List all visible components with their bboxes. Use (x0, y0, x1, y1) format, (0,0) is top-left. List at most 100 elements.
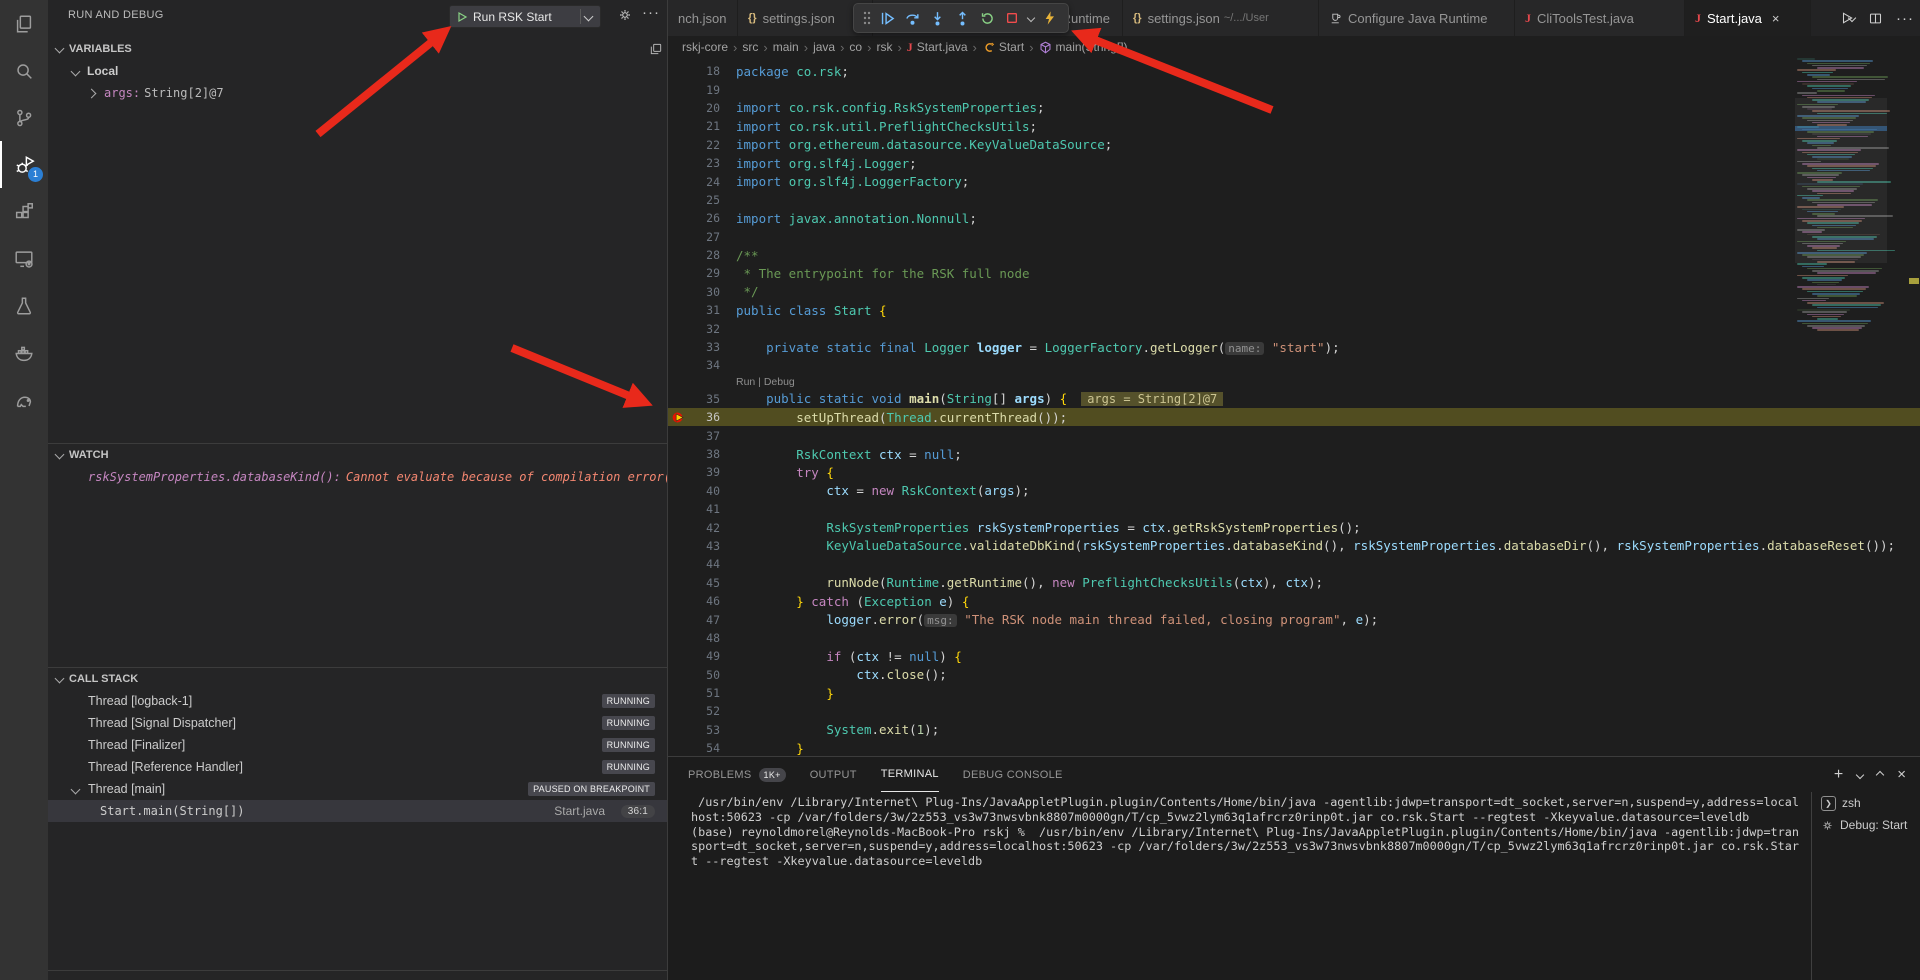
breakpoint-icon[interactable] (668, 410, 688, 425)
code-line[interactable]: 21import co.rsk.util.PreflightChecksUtil… (668, 117, 1920, 135)
breadcrumb-item[interactable]: main(String[]) (1039, 40, 1128, 54)
breadcrumb[interactable]: rskj-core›src›main›java›co›rsk›JStart.ja… (668, 36, 1920, 58)
panel-tab-problems[interactable]: PROBLEMS1K+ (688, 757, 786, 792)
breakpoints-section-header[interactable]: BREAKPOINTS (48, 974, 667, 980)
explorer-icon[interactable] (0, 0, 48, 47)
panel-tab-output[interactable]: OUTPUT (810, 757, 857, 792)
code-line[interactable]: 26import javax.annotation.Nonnull; (668, 209, 1920, 227)
gear-icon[interactable] (617, 7, 633, 23)
breadcrumb-item[interactable]: Start (982, 40, 1024, 54)
breadcrumb-item[interactable]: src (742, 40, 758, 54)
breadcrumb-item[interactable]: java (813, 40, 835, 54)
extensions-icon[interactable] (0, 188, 48, 235)
code-line[interactable]: 49 if (ctx != null) { (668, 647, 1920, 665)
code-line[interactable]: 19 (668, 80, 1920, 98)
code-line[interactable]: 35 public static void main(String[] args… (668, 390, 1920, 408)
line-number[interactable]: 49 (688, 649, 720, 663)
code-editor[interactable]: 18package co.rsk;1920import co.rsk.confi… (668, 58, 1920, 756)
code-line[interactable]: 54 } (668, 739, 1920, 756)
call-stack-thread-row[interactable]: Thread [Reference Handler]RUNNING (48, 756, 667, 778)
breadcrumb-item[interactable]: main (773, 40, 799, 54)
code-line[interactable]: 31public class Start { (668, 301, 1920, 319)
search-icon[interactable] (0, 47, 48, 94)
line-number[interactable]: 35 (688, 392, 720, 406)
code-line[interactable]: 42 RskSystemProperties rskSystemProperti… (668, 518, 1920, 536)
code-line[interactable]: 53 System.exit(1); (668, 721, 1920, 739)
line-number[interactable]: 20 (688, 101, 720, 115)
call-stack-thread-row[interactable]: Thread [logback-1]RUNNING (48, 690, 667, 712)
run-file-icon[interactable] (1840, 11, 1855, 25)
minimap-slider[interactable] (1795, 98, 1887, 263)
restart-icon[interactable] (976, 7, 998, 29)
line-number[interactable]: 48 (688, 631, 720, 645)
remote-explorer-icon[interactable] (0, 235, 48, 282)
terminal-list-item-zsh[interactable]: ❯zsh (1812, 792, 1920, 814)
line-number[interactable]: 51 (688, 686, 720, 700)
code-line[interactable]: 30 */ (668, 283, 1920, 301)
line-number[interactable]: 44 (688, 557, 720, 571)
line-number[interactable]: 37 (688, 429, 720, 443)
call-stack-thread-row[interactable]: Thread [main]PAUSED ON BREAKPOINT (48, 778, 667, 800)
new-terminal-icon[interactable]: + (1834, 767, 1843, 783)
stop-chevron-icon[interactable] (1026, 7, 1036, 29)
call-stack-thread-row[interactable]: Thread [Finalizer]RUNNING (48, 734, 667, 756)
scope-local-row[interactable]: Local (48, 60, 667, 82)
watch-expression-row[interactable]: rskSystemProperties.databaseKind(): Cann… (48, 466, 667, 488)
code-line[interactable]: 29 * The entrypoint for the RSK full nod… (668, 264, 1920, 282)
code-line[interactable]: 33 private static final Logger logger = … (668, 338, 1920, 356)
line-number[interactable]: 24 (688, 175, 720, 189)
breadcrumb-item[interactable]: co (849, 40, 862, 54)
terminal-output[interactable]: /usr/bin/env /Library/Internet\ Plug-Ins… (691, 795, 1801, 869)
code-line[interactable]: 25 (668, 191, 1920, 209)
more-actions-icon[interactable]: ··· (1896, 10, 1914, 27)
line-number[interactable]: 25 (688, 193, 720, 207)
step-out-icon[interactable] (951, 7, 973, 29)
step-over-icon[interactable] (901, 7, 923, 29)
tab-clitoolstest-java[interactable]: JCliToolsTest.java (1515, 0, 1685, 36)
line-number[interactable]: 31 (688, 303, 720, 317)
line-number[interactable]: 27 (688, 230, 720, 244)
watch-section-header[interactable]: WATCH (48, 444, 667, 466)
code-line[interactable]: 36 setUpThread(Thread.currentThread()); (668, 408, 1920, 426)
code-line[interactable]: 45 runNode(Runtime.getRuntime(), new Pre… (668, 574, 1920, 592)
step-into-icon[interactable] (926, 7, 948, 29)
codelens-run-debug[interactable]: Run | Debug (668, 375, 1920, 390)
code-line[interactable]: 50 ctx.close(); (668, 666, 1920, 684)
line-number[interactable]: 42 (688, 521, 720, 535)
line-number[interactable]: 45 (688, 576, 720, 590)
overview-ruler[interactable] (1907, 58, 1920, 756)
line-number[interactable]: 32 (688, 322, 720, 336)
source-control-icon[interactable] (0, 94, 48, 141)
line-number[interactable]: 52 (688, 704, 720, 718)
line-number[interactable]: 46 (688, 594, 720, 608)
maximize-panel-icon[interactable] (1876, 770, 1884, 778)
chevron-down-icon[interactable] (1856, 770, 1864, 778)
line-number[interactable]: 22 (688, 138, 720, 152)
code-line[interactable]: 48 (668, 629, 1920, 647)
tab-nch-json[interactable]: nch.json (668, 0, 738, 36)
code-line[interactable]: 32 (668, 319, 1920, 337)
line-number[interactable]: 21 (688, 119, 720, 133)
stop-icon[interactable] (1001, 7, 1023, 29)
code-line[interactable]: 51 } (668, 684, 1920, 702)
code-line[interactable]: 47 logger.error(msg: "The RSK node main … (668, 610, 1920, 628)
line-number[interactable]: 30 (688, 285, 720, 299)
chevron-down-icon[interactable] (584, 12, 594, 22)
line-number[interactable]: 43 (688, 539, 720, 553)
tab-start-java[interactable]: JStart.java× (1685, 0, 1811, 36)
breadcrumb-item[interactable]: rskj-core (682, 40, 728, 54)
code-line[interactable]: 52 (668, 702, 1920, 720)
continue-icon[interactable] (876, 7, 898, 29)
drag-grip-icon[interactable] (861, 7, 873, 29)
code-line[interactable]: 44 (668, 555, 1920, 573)
line-number[interactable]: 36 (688, 410, 720, 424)
breadcrumb-item[interactable]: JStart.java (907, 40, 968, 55)
code-line[interactable]: 20import co.rsk.config.RskSystemProperti… (668, 99, 1920, 117)
panel-tab-debug-console[interactable]: DEBUG CONSOLE (963, 757, 1063, 792)
code-line[interactable]: 39 try { (668, 463, 1920, 481)
code-line[interactable]: 23import org.slf4j.Logger; (668, 154, 1920, 172)
line-number[interactable]: 23 (688, 156, 720, 170)
run-config-button[interactable]: Run RSK Start (449, 5, 601, 28)
split-editor-icon[interactable] (1868, 11, 1883, 26)
tab-settings-json[interactable]: {}settings.json~/.../User (1123, 0, 1319, 36)
